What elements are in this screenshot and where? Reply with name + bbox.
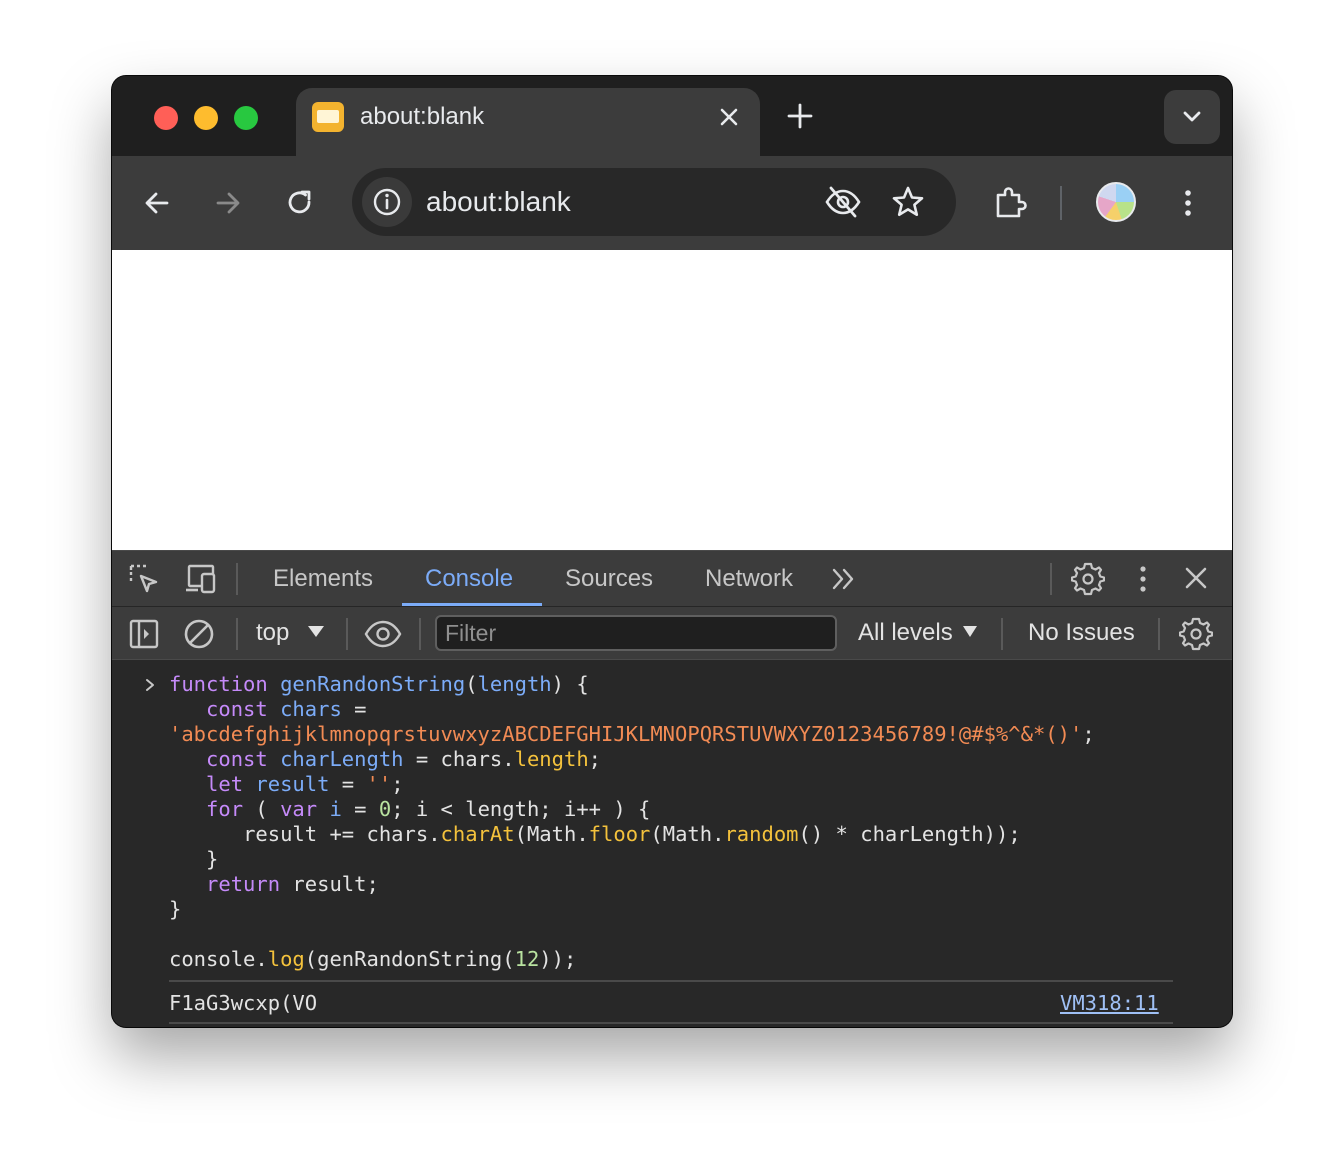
code-line: for ( var i = 0; i < length; i++ ) { [206, 797, 651, 821]
devtools-divider [1050, 563, 1052, 595]
tab-elements[interactable]: Elements [273, 551, 373, 606]
toolbar-divider [1158, 618, 1160, 650]
tab-console[interactable]: Console [425, 551, 513, 606]
extensions-puzzle-icon[interactable] [992, 184, 1027, 218]
log-levels-dropdown[interactable]: All levels [858, 619, 978, 647]
minimize-window-button[interactable] [194, 106, 218, 130]
code-line: function genRandonString(length) { [169, 672, 589, 696]
tab-close-icon[interactable] [716, 104, 742, 130]
url-text[interactable]: about:blank [426, 186, 571, 218]
more-tabs-chevron-icon[interactable] [830, 565, 858, 593]
source-location-link[interactable]: VM318:11 [1060, 990, 1159, 1016]
tab-about-blank[interactable]: about:blank [296, 88, 760, 156]
close-devtools-icon[interactable] [1182, 564, 1210, 592]
device-toolbar-icon[interactable] [184, 563, 218, 595]
code-line: result += chars.charAt(Math.floor(Math.r… [243, 822, 1021, 846]
context-selector[interactable]: top [256, 619, 325, 647]
devtools-divider [236, 563, 238, 595]
browser-toolbar: about:blank [112, 156, 1232, 250]
code-line: 'abcdefghijklmnopqrstuvwxyzABCDEFGHIJKLM… [169, 722, 1095, 746]
back-arrow-icon[interactable] [140, 186, 174, 220]
devtools-menu-icon[interactable] [1128, 562, 1158, 596]
console-toolbar: top All levels No Issues [112, 606, 1232, 660]
profile-avatar[interactable] [1096, 182, 1136, 222]
caret-down-icon [963, 626, 978, 637]
settings-gear-icon[interactable] [1071, 562, 1105, 596]
code-line: console.log(genRandonString(12)); [169, 947, 577, 971]
tab-search-button[interactable] [1164, 90, 1220, 144]
forward-arrow-icon[interactable] [211, 186, 245, 220]
log-levels-label: All levels [858, 619, 953, 646]
tab-title: about:blank [360, 103, 485, 130]
page-content [112, 250, 1232, 550]
clear-console-icon[interactable] [183, 618, 215, 650]
toolbar-divider [236, 618, 238, 650]
devtools-tabbar: Elements Console Sources Network [112, 550, 1232, 606]
bookmark-star-icon[interactable] [890, 184, 926, 220]
sidebar-toggle-icon[interactable] [128, 618, 160, 650]
caret-down-icon [308, 626, 325, 637]
code-line: } [169, 897, 182, 921]
eye-off-icon[interactable] [824, 184, 862, 220]
console-input-code[interactable]: function genRandonString(length) { const… [169, 672, 1095, 972]
browser-window: about:blank about:blank Elements Console… [112, 76, 1232, 1027]
toolbar-divider [1001, 618, 1003, 650]
code-line: return result; [206, 872, 379, 896]
tab-sources[interactable]: Sources [565, 551, 653, 606]
tab-strip: about:blank [112, 76, 1232, 156]
close-window-button[interactable] [154, 106, 178, 130]
input-prompt-chevron-icon [144, 678, 156, 692]
console-output-message: F1aG3wcxp(VO [169, 991, 318, 1015]
more-menu-icon[interactable] [1171, 186, 1205, 220]
address-bar[interactable]: about:blank [352, 168, 956, 236]
tab-network[interactable]: Network [705, 551, 793, 606]
console-panel: function genRandonString(length) { const… [112, 660, 1232, 1027]
toolbar-divider [419, 618, 421, 650]
code-line: } [206, 847, 219, 871]
toolbar-divider [1060, 186, 1062, 220]
context-label: top [256, 619, 290, 646]
filter-input[interactable] [435, 615, 837, 651]
zoom-window-button[interactable] [234, 106, 258, 130]
code-line: const charLength = chars.length; [206, 747, 602, 771]
new-tab-button[interactable] [786, 102, 814, 130]
console-message-divider [169, 1022, 1173, 1024]
live-expression-eye-icon[interactable] [364, 619, 402, 649]
console-settings-gear-icon[interactable] [1179, 617, 1213, 651]
issues-counter[interactable]: No Issues [1028, 619, 1135, 647]
console-message-divider [169, 980, 1173, 982]
code-line: let result = ''; [206, 772, 404, 796]
toolbar-divider [346, 618, 348, 650]
inspect-element-icon[interactable] [128, 563, 160, 595]
page-favicon-icon [312, 102, 344, 132]
site-info-icon[interactable] [362, 177, 412, 227]
code-line: const chars = [206, 697, 367, 721]
reload-icon[interactable] [283, 186, 317, 220]
